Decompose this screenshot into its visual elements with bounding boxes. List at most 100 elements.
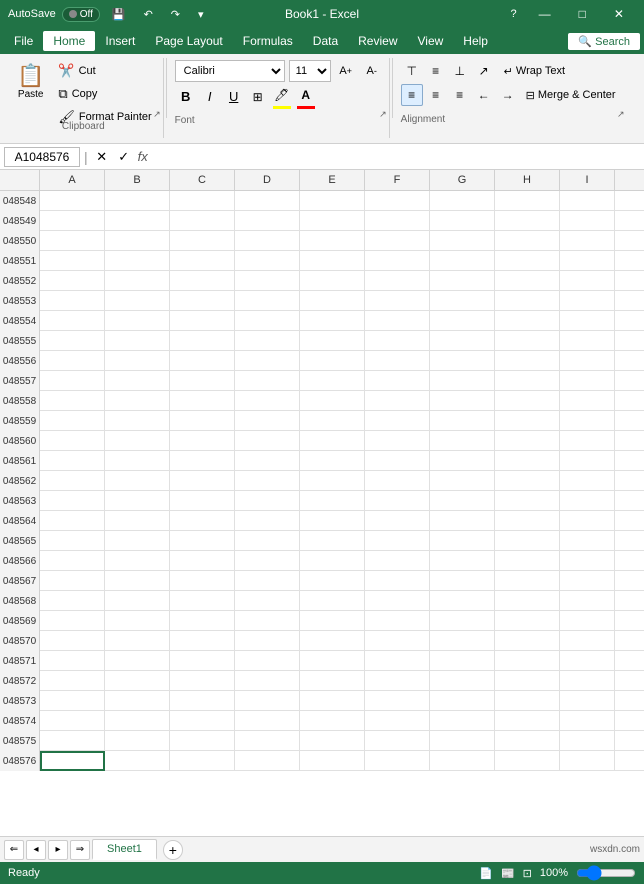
wrap-text-button[interactable]: ↵ Wrap Text [497, 60, 572, 82]
cell-B1048570[interactable] [105, 631, 170, 651]
undo-button[interactable]: ↶ [138, 6, 159, 23]
grid-body[interactable]: 0485480485490485500485510485520485530485… [0, 191, 644, 836]
cell-G1048550[interactable] [430, 231, 495, 251]
confirm-formula-button[interactable]: ✓ [114, 147, 134, 167]
cell-B1048574[interactable] [105, 711, 170, 731]
row-header[interactable]: 048570 [0, 631, 40, 651]
cell-C1048554[interactable] [170, 311, 235, 331]
cell-H1048563[interactable] [495, 491, 560, 511]
cell-G1048559[interactable] [430, 411, 495, 431]
cell-I1048548[interactable] [560, 191, 615, 211]
cell-B1048572[interactable] [105, 671, 170, 691]
cell-D1048556[interactable] [235, 351, 300, 371]
cell-B1048559[interactable] [105, 411, 170, 431]
menu-review[interactable]: Review [348, 31, 407, 51]
row-header[interactable]: 048564 [0, 511, 40, 531]
cell-I1048550[interactable] [560, 231, 615, 251]
cell-F1048551[interactable] [365, 251, 430, 271]
cell-C1048549[interactable] [170, 211, 235, 231]
clipboard-expand[interactable]: ↗ [153, 109, 161, 120]
corner-header[interactable] [0, 170, 40, 190]
row-header[interactable]: 048555 [0, 331, 40, 351]
cell-C1048556[interactable] [170, 351, 235, 371]
cell-D1048552[interactable] [235, 271, 300, 291]
cell-E1048553[interactable] [300, 291, 365, 311]
cancel-formula-button[interactable]: ✕ [92, 147, 112, 167]
cell-C1048566[interactable] [170, 551, 235, 571]
cell-E1048558[interactable] [300, 391, 365, 411]
row-header[interactable]: 048553 [0, 291, 40, 311]
cell-E1048563[interactable] [300, 491, 365, 511]
cell-I1048573[interactable] [560, 691, 615, 711]
cell-I1048559[interactable] [560, 411, 615, 431]
cell-H1048549[interactable] [495, 211, 560, 231]
cell-A1048569[interactable] [40, 611, 105, 631]
cell-G1048553[interactable] [430, 291, 495, 311]
cell-H1048575[interactable] [495, 731, 560, 751]
cell-E1048552[interactable] [300, 271, 365, 291]
cell-A1048572[interactable] [40, 671, 105, 691]
cell-C1048550[interactable] [170, 231, 235, 251]
cell-A1048575[interactable] [40, 731, 105, 751]
cell-C1048571[interactable] [170, 651, 235, 671]
cell-E1048554[interactable] [300, 311, 365, 331]
formula-input[interactable] [152, 147, 640, 167]
cell-G1048575[interactable] [430, 731, 495, 751]
cell-G1048566[interactable] [430, 551, 495, 571]
cell-B1048568[interactable] [105, 591, 170, 611]
center-align-button[interactable]: ≡ [425, 84, 447, 106]
cell-F1048556[interactable] [365, 351, 430, 371]
cell-G1048573[interactable] [430, 691, 495, 711]
cell-E1048571[interactable] [300, 651, 365, 671]
cell-H1048562[interactable] [495, 471, 560, 491]
cell-H1048554[interactable] [495, 311, 560, 331]
cell-C1048557[interactable] [170, 371, 235, 391]
row-header[interactable]: 048574 [0, 711, 40, 731]
cell-E1048562[interactable] [300, 471, 365, 491]
merge-center-button[interactable]: ⊟ Merge & Center [521, 84, 621, 106]
cell-A1048559[interactable] [40, 411, 105, 431]
menu-insert[interactable]: Insert [95, 31, 145, 51]
cell-C1048576[interactable] [170, 751, 235, 771]
cell-A1048568[interactable] [40, 591, 105, 611]
cell-I1048566[interactable] [560, 551, 615, 571]
font-family-select[interactable]: Calibri [175, 60, 285, 82]
cell-G1048562[interactable] [430, 471, 495, 491]
view-normal-button[interactable]: 📄 [479, 867, 493, 880]
cell-B1048555[interactable] [105, 331, 170, 351]
cell-F1048565[interactable] [365, 531, 430, 551]
cell-C1048553[interactable] [170, 291, 235, 311]
cell-C1048563[interactable] [170, 491, 235, 511]
cell-F1048573[interactable] [365, 691, 430, 711]
cell-I1048554[interactable] [560, 311, 615, 331]
row-header[interactable]: 048572 [0, 671, 40, 691]
cell-F1048570[interactable] [365, 631, 430, 651]
cell-F1048572[interactable] [365, 671, 430, 691]
cell-D1048559[interactable] [235, 411, 300, 431]
cell-H1048559[interactable] [495, 411, 560, 431]
font-color-button[interactable]: A [295, 84, 317, 106]
cell-E1048559[interactable] [300, 411, 365, 431]
row-header[interactable]: 048566 [0, 551, 40, 571]
bottom-align-button[interactable]: ⊥ [449, 60, 471, 82]
menu-help[interactable]: Help [453, 31, 498, 51]
cell-I1048576[interactable] [560, 751, 615, 771]
underline-button[interactable]: U [223, 86, 245, 108]
cell-B1048556[interactable] [105, 351, 170, 371]
cell-B1048557[interactable] [105, 371, 170, 391]
cell-E1048565[interactable] [300, 531, 365, 551]
row-header[interactable]: 048575 [0, 731, 40, 751]
row-header[interactable]: 048568 [0, 591, 40, 611]
cell-F1048553[interactable] [365, 291, 430, 311]
col-header-G[interactable]: G [430, 170, 495, 190]
cell-D1048565[interactable] [235, 531, 300, 551]
cell-I1048575[interactable] [560, 731, 615, 751]
cell-A1048560[interactable] [40, 431, 105, 451]
col-header-B[interactable]: B [105, 170, 170, 190]
cell-A1048562[interactable] [40, 471, 105, 491]
cell-C1048574[interactable] [170, 711, 235, 731]
row-header[interactable]: 048554 [0, 311, 40, 331]
cell-F1048567[interactable] [365, 571, 430, 591]
cell-D1048572[interactable] [235, 671, 300, 691]
cell-E1048555[interactable] [300, 331, 365, 351]
